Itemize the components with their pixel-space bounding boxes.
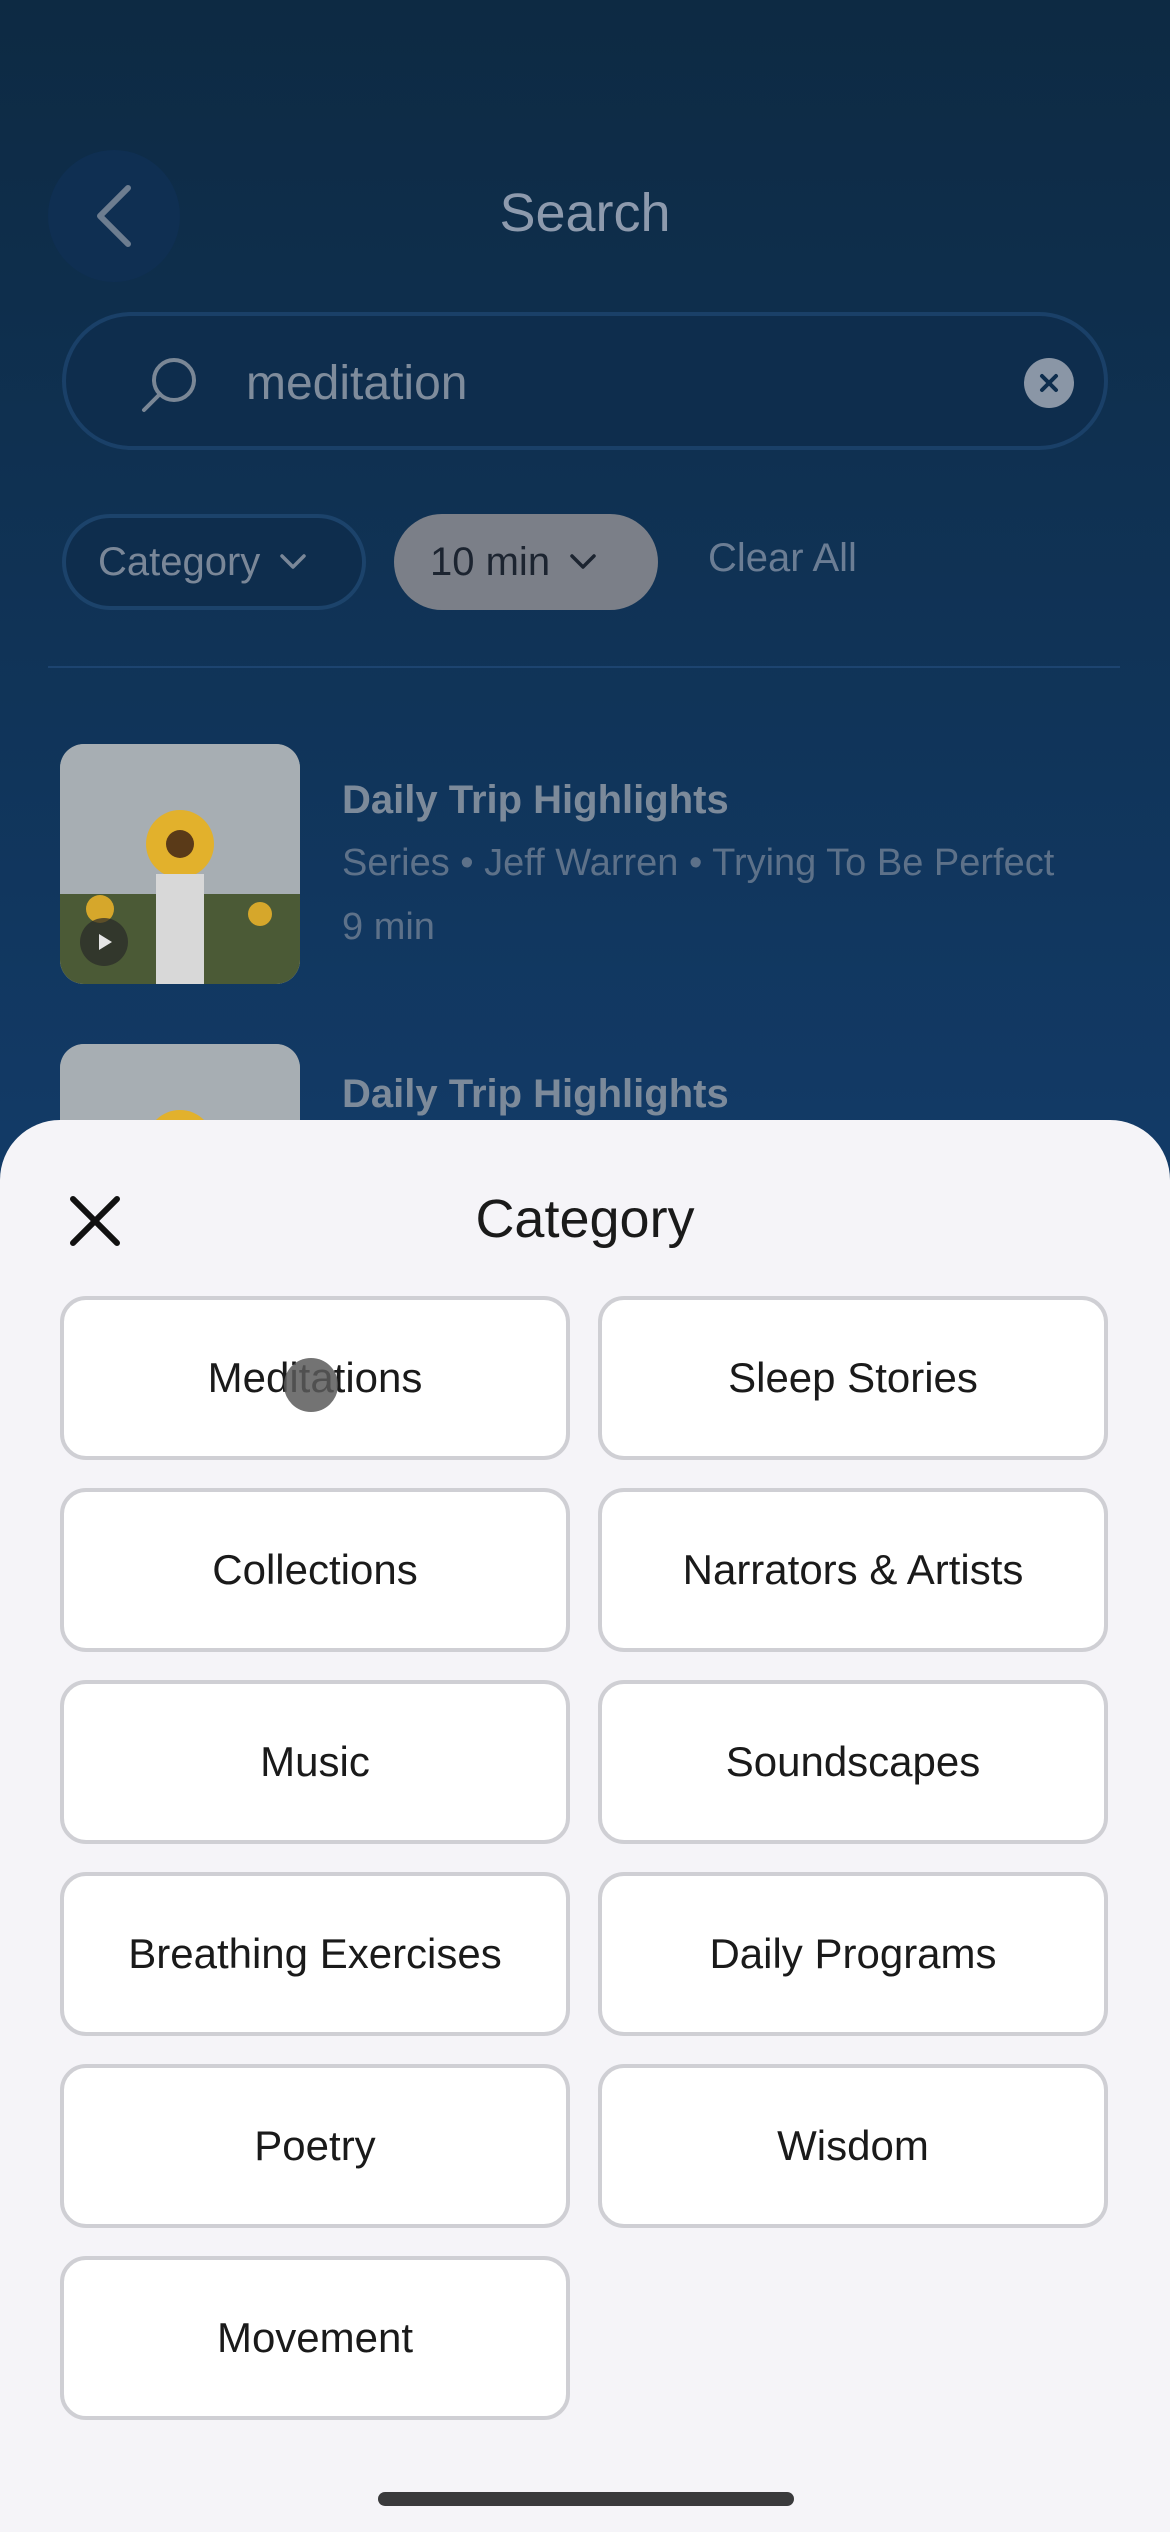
play-icon	[80, 918, 128, 966]
category-filter-chip[interactable]: Category	[62, 514, 366, 610]
category-sleep-stories[interactable]: Sleep Stories	[598, 1296, 1108, 1460]
result-thumbnail	[60, 1044, 300, 1120]
category-music[interactable]: Music	[60, 1680, 570, 1844]
category-breathing-exercises[interactable]: Breathing Exercises	[60, 1872, 570, 2036]
search-icon	[142, 358, 196, 412]
divider	[48, 666, 1120, 668]
result-duration: 9 min	[342, 906, 435, 948]
search-bar[interactable]: meditation	[62, 312, 1108, 450]
home-indicator[interactable]	[378, 2492, 794, 2506]
result-thumbnail	[60, 744, 300, 984]
duration-filter-chip[interactable]: 10 min	[394, 514, 658, 610]
clear-all-button[interactable]: Clear All	[708, 536, 857, 581]
clear-search-button[interactable]	[1024, 358, 1074, 408]
touch-indicator	[284, 1358, 338, 1412]
result-meta: Series • Jeff Warren • Trying To Be Perf…	[342, 842, 1055, 884]
thumbnail-image	[60, 1044, 300, 1120]
list-item[interactable]: Daily Trip Highlights Series • Jeff Warr…	[60, 744, 1120, 984]
category-soundscapes[interactable]: Soundscapes	[598, 1680, 1108, 1844]
category-wisdom[interactable]: Wisdom	[598, 2064, 1108, 2228]
list-item[interactable]: Daily Trip Highlights	[60, 1044, 1120, 1120]
category-filter-label: Category	[98, 539, 261, 584]
clear-icon	[1040, 374, 1058, 392]
category-narrators-artists[interactable]: Narrators & Artists	[598, 1488, 1108, 1652]
category-poetry[interactable]: Poetry	[60, 2064, 570, 2228]
category-collections[interactable]: Collections	[60, 1488, 570, 1652]
category-movement[interactable]: Movement	[60, 2256, 570, 2420]
category-sheet: Category Meditations Sleep Stories Colle…	[0, 1120, 1170, 2532]
chevron-down-icon	[280, 554, 307, 569]
result-title: Daily Trip Highlights	[342, 778, 729, 822]
chevron-down-icon	[570, 554, 596, 569]
category-daily-programs[interactable]: Daily Programs	[598, 1872, 1108, 2036]
sheet-title: Category	[475, 1189, 695, 1249]
duration-filter-label: 10 min	[430, 539, 551, 584]
result-title: Daily Trip Highlights	[342, 1072, 729, 1116]
search-input[interactable]: meditation	[246, 356, 467, 411]
page-title: Search	[499, 183, 671, 243]
